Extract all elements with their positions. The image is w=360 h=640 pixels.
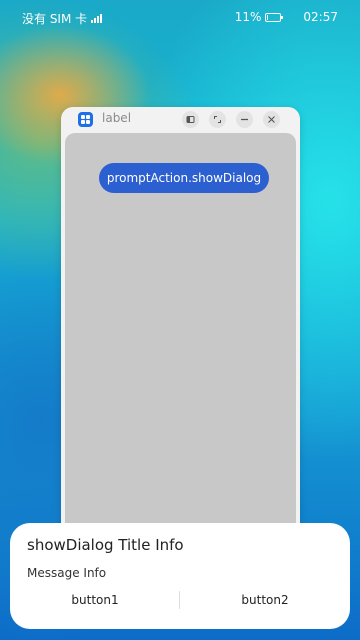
dialog: showDialog Title Info Message Info butto… [10, 523, 350, 629]
app-window: label promptAction.showDialog [61, 107, 300, 537]
signal-icon [91, 14, 103, 23]
maximize-icon [214, 116, 221, 123]
dialog-button-1[interactable]: button1 [10, 586, 180, 614]
dialog-message: Message Info [27, 566, 107, 580]
close-button[interactable] [263, 111, 280, 128]
maximize-button[interactable] [209, 111, 226, 128]
status-bar: 没有 SIM 卡 11% 02:57 [0, 0, 360, 34]
window-titlebar[interactable]: label [61, 107, 300, 133]
split-screen-button[interactable] [182, 111, 199, 128]
split-screen-icon [186, 116, 195, 123]
close-icon [268, 116, 275, 123]
battery-icon [265, 12, 284, 22]
status-left: 没有 SIM 卡 [22, 10, 103, 27]
minimize-icon [241, 118, 248, 121]
carrier-text: 没有 SIM 卡 [22, 12, 88, 26]
status-right: 11% 02:57 [235, 10, 338, 24]
app-grid-icon [78, 112, 93, 127]
window-title: label [102, 111, 132, 125]
battery-percent: 11% [234, 10, 262, 24]
dialog-button-2[interactable]: button2 [180, 586, 350, 614]
show-dialog-button[interactable]: promptAction.showDialog [99, 163, 269, 193]
battery-fill [267, 14, 269, 20]
clock: 02:57 [303, 10, 338, 24]
window-content: promptAction.showDialog [65, 133, 296, 533]
minimize-button[interactable] [236, 111, 253, 128]
dialog-title: showDialog Title Info [27, 536, 184, 554]
